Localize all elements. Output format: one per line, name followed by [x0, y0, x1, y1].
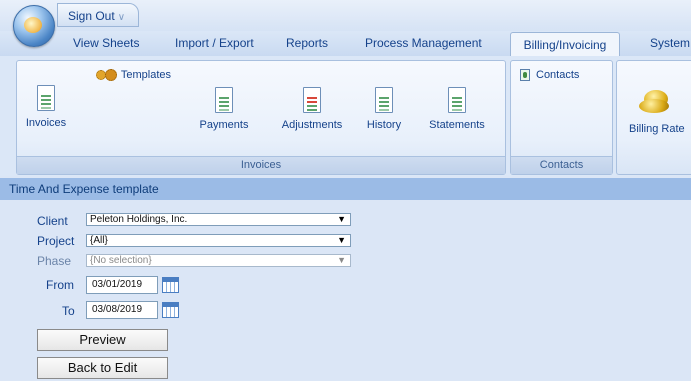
project-value: {All} — [90, 235, 108, 246]
calendar-icon[interactable] — [162, 302, 179, 318]
tab-system[interactable]: System — [650, 31, 690, 56]
phase-select: {No selection} ▼ — [86, 254, 351, 267]
statements-button[interactable]: Statements — [422, 87, 492, 131]
history-button[interactable]: History — [359, 87, 409, 131]
preview-button[interactable]: Preview — [37, 329, 168, 351]
statements-label: Statements — [429, 119, 485, 131]
calendar-icon[interactable] — [162, 277, 179, 293]
coins-icon — [639, 87, 673, 117]
payments-document-icon — [215, 87, 233, 113]
tab-view-sheets[interactable]: View Sheets — [73, 31, 140, 56]
gears-icon — [96, 69, 118, 82]
invoice-document-icon — [37, 85, 55, 111]
client-value: Peleton Holdings, Inc. — [90, 214, 188, 225]
contacts-button[interactable]: Contacts — [520, 69, 580, 82]
history-document-icon — [375, 87, 393, 113]
tab-billing-invoicing[interactable]: Billing/Invoicing — [510, 32, 620, 59]
to-label: To — [62, 304, 75, 318]
invoices-button[interactable]: Invoices — [21, 85, 71, 129]
billing-rates-label: Billing Rate — [629, 123, 685, 135]
page-title: Time And Expense template — [0, 178, 691, 200]
ribbon-tab-strip: View Sheets Import / Export Reports Proc… — [0, 31, 691, 59]
client-select[interactable]: Peleton Holdings, Inc. ▼ — [86, 213, 351, 226]
dropdown-arrow-icon: ▼ — [337, 214, 346, 224]
app-logo-icon — [24, 17, 42, 33]
tab-reports[interactable]: Reports — [286, 31, 328, 56]
dropdown-arrow-icon: ▼ — [337, 235, 346, 245]
invoices-label: Invoices — [25, 117, 67, 129]
adjustments-label: Adjustments — [281, 119, 343, 131]
contacts-label: Contacts — [536, 69, 580, 81]
contacts-group-label: Contacts — [511, 156, 612, 174]
phase-label: Phase — [37, 254, 72, 268]
history-label: History — [366, 119, 402, 131]
contacts-group: Contacts Contacts — [510, 60, 613, 175]
tab-import-export[interactable]: Import / Export — [175, 31, 254, 56]
phase-value: {No selection} — [90, 255, 152, 266]
project-select[interactable]: {All} ▼ — [86, 234, 351, 247]
client-label: Client — [37, 214, 68, 228]
billing-rates-button[interactable]: Billing Rate — [629, 87, 685, 135]
payments-button[interactable]: Payments — [189, 87, 259, 131]
templates-label: Templates — [120, 69, 171, 81]
report-parameters-form: Client Peleton Holdings, Inc. ▼ Project {… — [0, 200, 691, 381]
payments-label: Payments — [199, 119, 249, 131]
billing-rates-group: Billing Rate — [616, 60, 691, 175]
application-menu-orb[interactable] — [13, 5, 55, 47]
from-label: From — [46, 278, 74, 292]
from-date-input[interactable]: 03/01/2019 — [86, 276, 158, 294]
statements-document-icon — [448, 87, 466, 113]
adjustments-document-icon — [303, 87, 321, 113]
sign-out-button[interactable]: Sign Out ∨ — [57, 3, 139, 27]
tab-process-management[interactable]: Process Management — [365, 31, 482, 56]
contact-card-icon — [520, 69, 530, 82]
adjustments-button[interactable]: Adjustments — [272, 87, 352, 131]
invoices-group: Templates Invoices Payments Adjustments … — [16, 60, 506, 175]
project-label: Project — [37, 234, 75, 248]
sign-out-label: Sign Out — [68, 9, 115, 23]
sign-out-caret-icon: ∨ — [117, 12, 126, 23]
back-to-edit-button[interactable]: Back to Edit — [37, 357, 168, 379]
templates-button[interactable]: Templates — [96, 69, 171, 82]
ribbon: Templates Invoices Payments Adjustments … — [0, 56, 691, 176]
dropdown-arrow-icon: ▼ — [337, 255, 346, 265]
to-date-input[interactable]: 03/08/2019 — [86, 301, 158, 319]
invoices-group-label: Invoices — [17, 156, 505, 174]
